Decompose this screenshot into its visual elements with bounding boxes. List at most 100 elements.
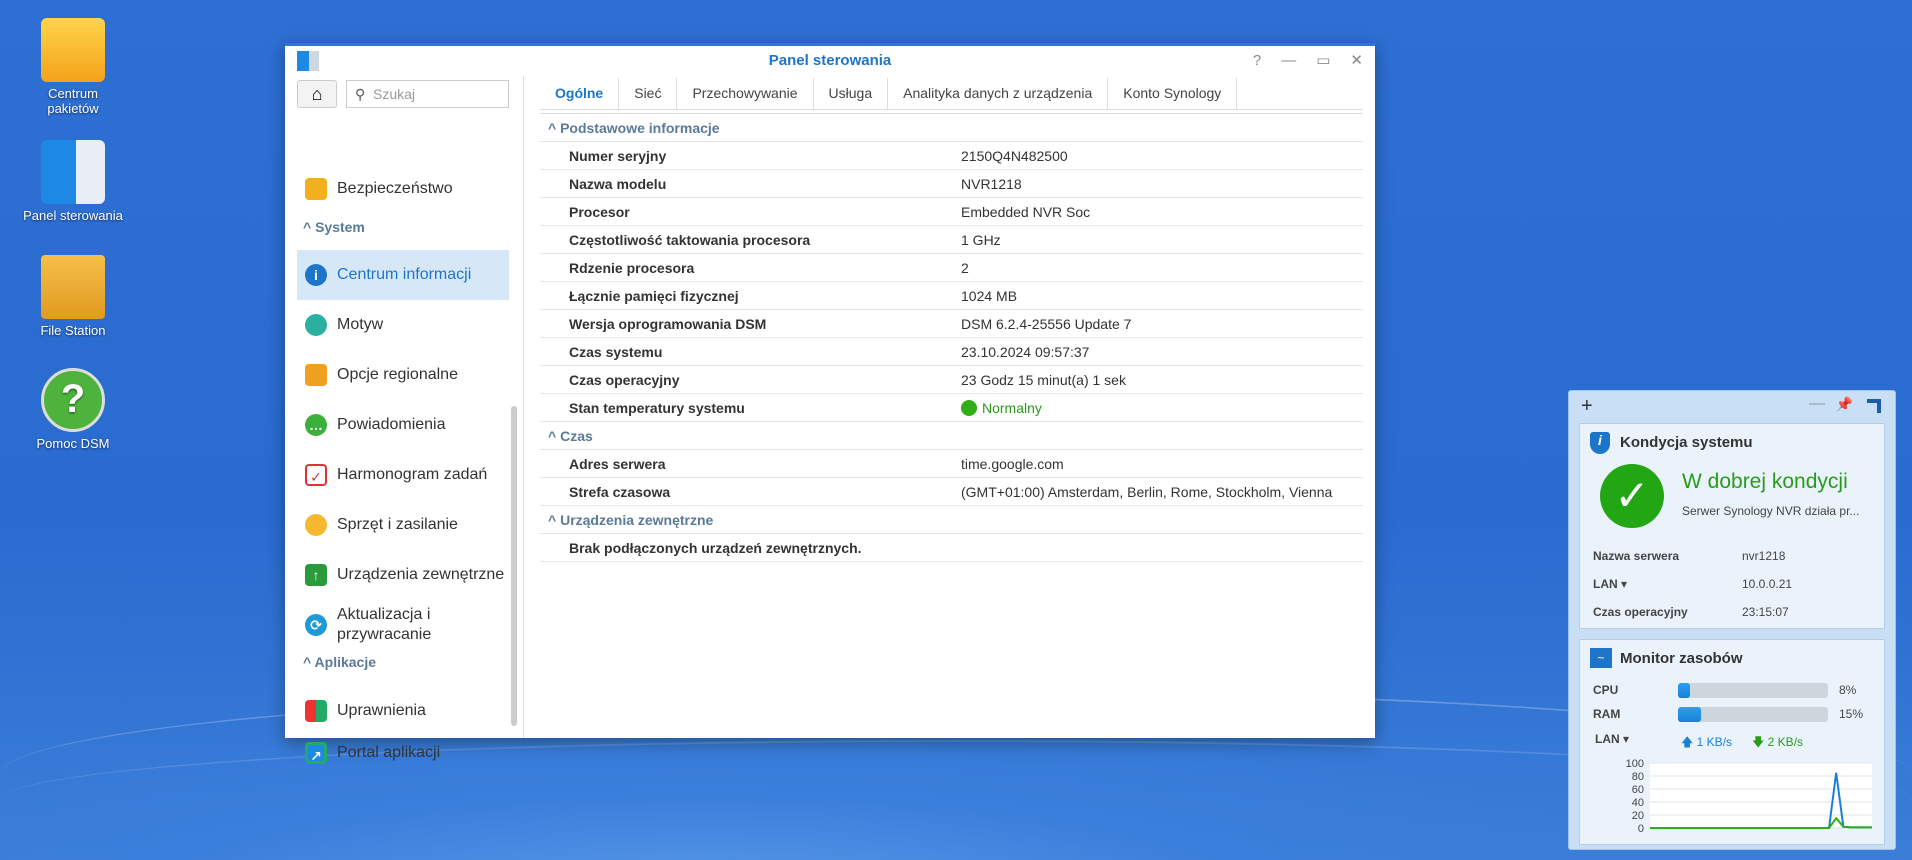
sidebar-item-label: Opcje regionalne — [337, 366, 458, 383]
row-value: DSM 6.2.4-25556 Update 7 — [961, 316, 1132, 332]
row-value: 2 — [961, 260, 969, 276]
sidebar-item-theme[interactable]: Motyw — [297, 300, 509, 350]
window-titlebar[interactable]: Panel sterowania ? — ▭ ✕ — [285, 46, 1375, 76]
tab-network[interactable]: Sieć — [619, 78, 678, 109]
maximize-icon[interactable]: ▭ — [1316, 46, 1330, 76]
calendar-icon: ✓ — [305, 464, 327, 486]
sidebar-item-label: Aktualizacja i przywracanie — [337, 606, 432, 643]
sidebar-item-label: Portal aplikacji — [337, 744, 441, 761]
row-value: 1 GHz — [961, 232, 1001, 248]
row-label: Czas systemu — [569, 344, 663, 360]
widget-panel: + — 📌 i Kondycja systemu ✓ W dobrej kond… — [1568, 390, 1896, 850]
sidebar-item-update-restore[interactable]: ⟳ Aktualizacja i przywracanie — [297, 600, 509, 650]
network-chart: 100806040200 — [1626, 758, 1872, 835]
row-label: Procesor — [569, 204, 630, 220]
search-icon: ⚲ — [355, 86, 366, 102]
close-icon[interactable]: ✕ — [1350, 46, 1363, 76]
row-value: time.google.com — [961, 456, 1064, 472]
sidebar-item-hardware-power[interactable]: Sprzęt i zasilanie — [297, 500, 509, 550]
table-row: Stan temperatury systemu Normalny — [540, 394, 1363, 422]
status-ok-icon — [961, 400, 977, 416]
system-health-card: i Kondycja systemu ✓ W dobrej kondycji S… — [1579, 423, 1885, 629]
sidebar-item-app-portal[interactable]: ↗ Portal aplikacji — [297, 736, 509, 770]
lan-dropdown[interactable]: LAN ▾ — [1593, 577, 1627, 591]
section-label: Aplikacje — [314, 654, 377, 670]
resource-monitor-card: ~ Monitor zasobów CPU 8% RAM 15% LAN ▾ 🡅… — [1579, 639, 1885, 845]
tab-device-analytics[interactable]: Analityka danych z urządzenia — [888, 78, 1109, 109]
sidebar-item-external-devices[interactable]: ↑ Urządzenia zewnętrzne — [297, 550, 509, 600]
lan-label: LAN — [1593, 577, 1618, 591]
section-title: Podstawowe informacje — [560, 120, 720, 136]
help-icon[interactable]: ? — [1253, 46, 1261, 76]
minimize-icon[interactable]: — — [1281, 46, 1296, 76]
row-value: 1024 MB — [961, 288, 1018, 304]
sidebar-item-privileges[interactable]: Uprawnienia — [297, 686, 509, 736]
section-time[interactable]: ^ Czas — [540, 422, 1363, 450]
desktop-icon-file-station[interactable]: File Station — [8, 255, 138, 338]
shield-info-icon: i — [1590, 432, 1610, 454]
bulb-icon — [305, 514, 327, 536]
lan-dropdown[interactable]: LAN ▾ — [1595, 732, 1629, 746]
pulse-icon: ~ — [1590, 648, 1612, 668]
row-value: NVR1218 — [961, 176, 1022, 192]
desktop-icon-package-center[interactable]: Centrum pakietów — [8, 18, 138, 116]
row-label: Wersja oprogramowania DSM — [569, 316, 767, 332]
y-tick-label: 80 — [1632, 771, 1644, 783]
sidebar-item-label: Harmonogram zadań — [337, 466, 488, 483]
row-value: 2150Q4N482500 — [961, 148, 1068, 164]
search-input[interactable]: ⚲ Szukaj — [346, 80, 509, 108]
sidebar-item-label: Urządzenia zewnętrzne — [337, 566, 505, 583]
sidebar-item-task-scheduler[interactable]: ✓ Harmonogram zadań — [297, 450, 509, 500]
cpu-label: CPU — [1593, 683, 1619, 697]
upload-value: 1 KB/s — [1696, 735, 1733, 749]
sidebar-item-security[interactable]: Bezpieczeństwo — [297, 164, 509, 214]
health-description: Serwer Synology NVR działa pr... — [1682, 504, 1860, 518]
folder-icon — [41, 255, 105, 319]
ram-label: RAM — [1593, 707, 1621, 721]
sidebar-item-info-center[interactable]: i Centrum informacji — [297, 250, 509, 300]
row-label: Nazwa modelu — [569, 176, 667, 192]
section-label: System — [315, 219, 365, 235]
ram-bar — [1678, 707, 1828, 722]
row-label: Strefa czasowa — [569, 484, 671, 500]
pin-icon[interactable]: 📌 — [1836, 396, 1853, 413]
sidebar-item-regional[interactable]: Opcje regionalne — [297, 350, 509, 400]
control-panel-window: Panel sterowania ? — ▭ ✕ ⌂ ⚲ Szukaj Bezpiecz… — [285, 43, 1375, 764]
table-row: Wersja oprogramowania DSM DSM 6.2.4-25556… — [540, 310, 1363, 338]
icon-label: Pomoc DSM — [36, 436, 110, 451]
section-external-devices[interactable]: ^ Urządzenia zewnętrzne — [540, 506, 1363, 534]
status-text: Normalny — [982, 400, 1042, 416]
app-icon — [297, 51, 319, 71]
section-basic-info[interactable]: ^ Podstawowe informacje — [540, 114, 1363, 142]
sidebar-scrollbar[interactable] — [511, 406, 517, 726]
chat-icon: … — [305, 414, 327, 436]
row-label: Rdzenie procesora — [569, 260, 695, 276]
info-icon: i — [305, 264, 327, 286]
row-value: 23.10.2024 09:57:37 — [961, 344, 1090, 360]
home-button[interactable]: ⌂ — [297, 80, 337, 108]
sidebar: ⌂ ⚲ Szukaj Bezpieczeństwo ^ System i Centr… — [285, 76, 524, 764]
server-name-label: Nazwa serwera — [1593, 549, 1680, 563]
section-title: Urządzenia zewnętrzne — [560, 512, 714, 528]
tab-bar: Ogólne Sieć Przechowywanie Usługa Analit… — [540, 76, 1363, 110]
row-label: Czas operacyjny — [569, 372, 680, 388]
y-tick-label: 20 — [1632, 810, 1644, 822]
sidebar-section-system[interactable]: ^ System — [303, 219, 365, 235]
y-tick-label: 100 — [1626, 758, 1644, 770]
window-title: Panel sterowania — [768, 52, 892, 69]
package-center-icon — [41, 18, 105, 82]
minimize-icon[interactable]: — — [1809, 395, 1825, 413]
add-widget-icon[interactable]: + — [1581, 395, 1593, 418]
desktop-icon-control-panel[interactable]: Panel sterowania — [8, 140, 138, 223]
sidebar-section-apps[interactable]: ^ Aplikacje — [303, 654, 376, 670]
tab-storage[interactable]: Przechowywanie — [677, 78, 814, 109]
sidebar-item-notifications[interactable]: … Powiadomienia — [297, 400, 509, 450]
portal-icon: ↗ — [305, 742, 327, 764]
tab-service[interactable]: Usługa — [814, 78, 889, 109]
cpu-bar-fill — [1678, 683, 1690, 698]
row-value: Embedded NVR Soc — [961, 204, 1091, 220]
desktop-icon-dsm-help[interactable]: ? Pomoc DSM — [8, 368, 138, 451]
dock-icon[interactable] — [1867, 399, 1881, 413]
tab-synology-account[interactable]: Konto Synology — [1108, 78, 1238, 109]
tab-general[interactable]: Ogólne — [540, 78, 620, 109]
